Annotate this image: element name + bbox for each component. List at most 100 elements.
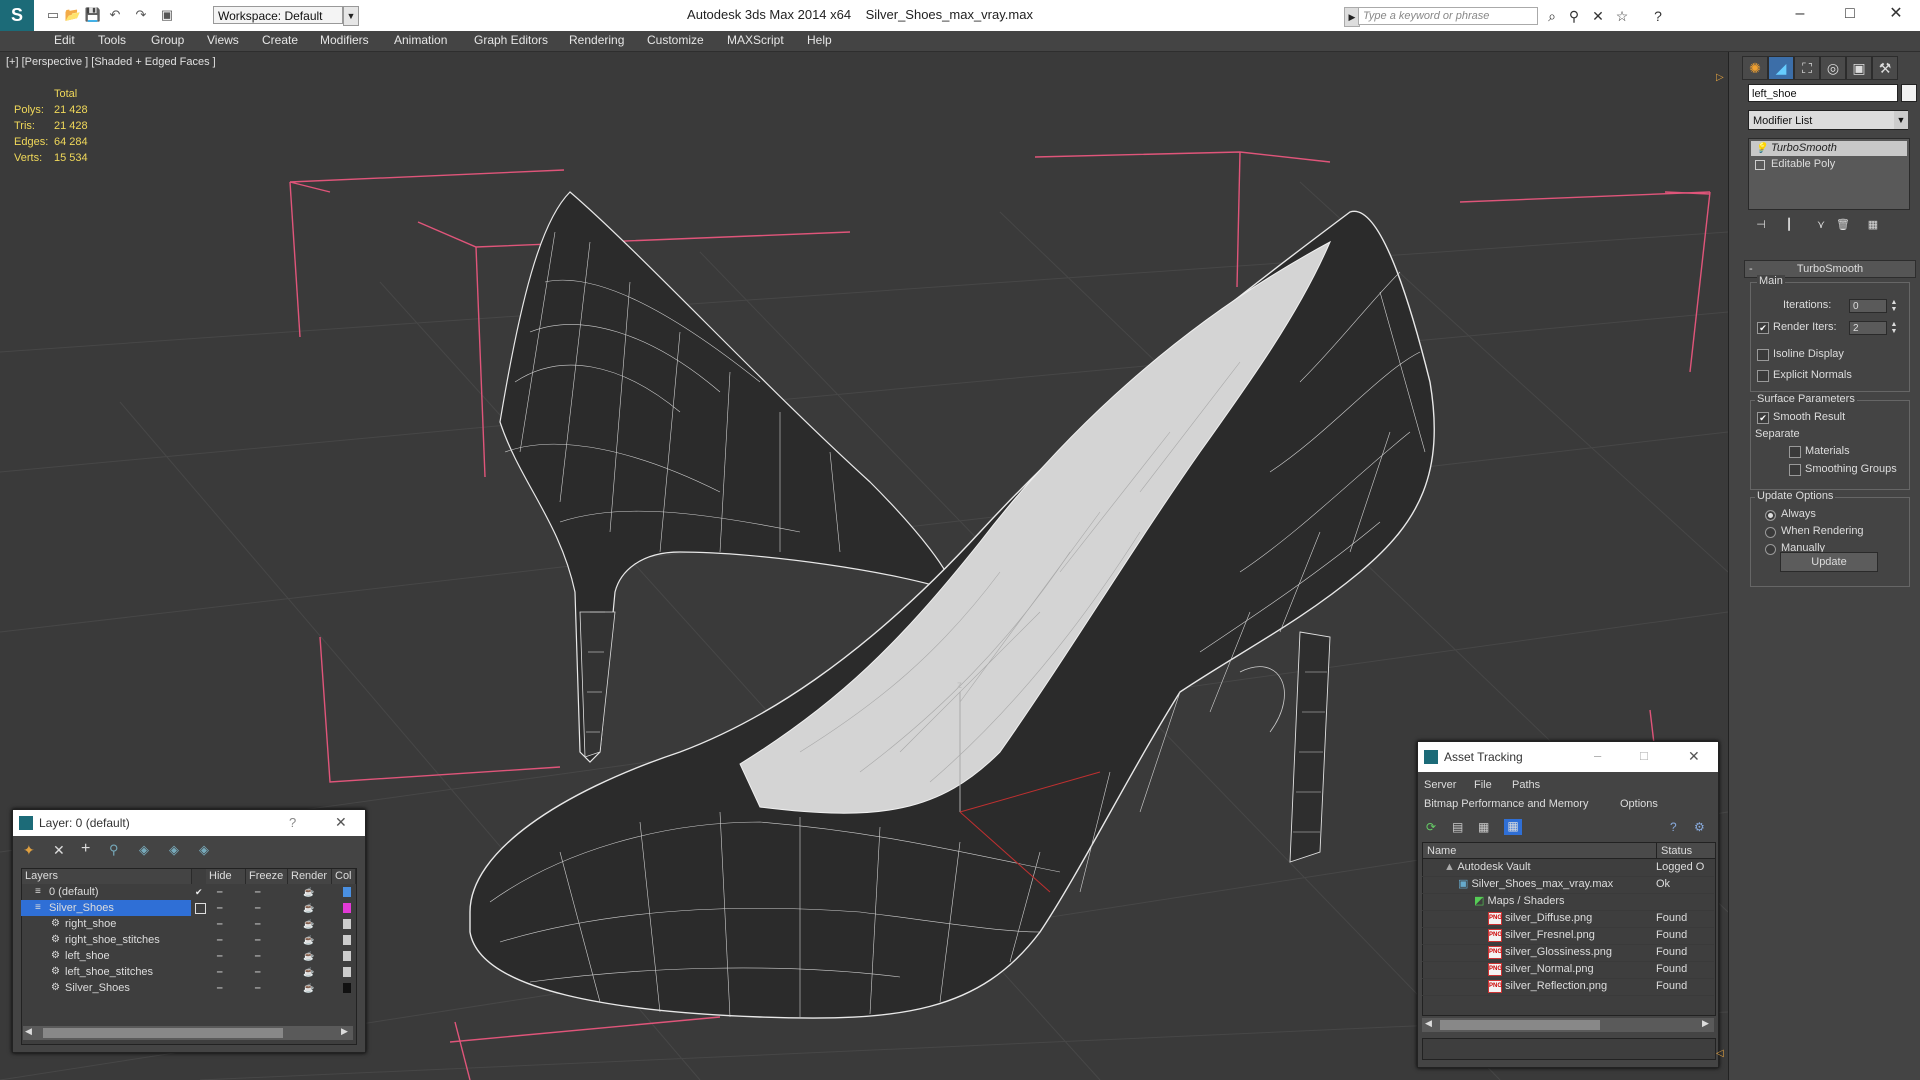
layer-object-row[interactable]: ⚙ left_shoe ━ ━ ☕ — [21, 948, 351, 964]
hide-toggle[interactable]: ━ — [217, 980, 222, 996]
scroll-thumb[interactable] — [1440, 1020, 1600, 1030]
open-file-icon[interactable]: 📂 — [64, 7, 82, 23]
layer-row-selected[interactable]: ≡ Silver_Shoes ━ ━ ☕ — [21, 900, 351, 916]
column-name[interactable]: Name — [1423, 843, 1657, 859]
spinner-arrows-icon[interactable]: ▲ ▼ — [1889, 321, 1899, 335]
render-teapot-icon[interactable]: ☕ — [303, 980, 314, 996]
object-color-swatch[interactable] — [343, 967, 351, 977]
binoculars-icon[interactable]: ⌕ — [1542, 7, 1562, 25]
asset-window-titlebar[interactable]: Asset Tracking – □ ✕ — [1418, 742, 1718, 772]
render-iters-spinner[interactable]: 2 — [1849, 321, 1887, 335]
modify-tab-icon[interactable]: ◢ — [1768, 56, 1794, 80]
stack-item-turbosmooth[interactable]: 💡 TurboSmooth — [1751, 141, 1907, 156]
freeze-toggle[interactable]: ━ — [255, 932, 260, 948]
horizontal-scrollbar[interactable]: ◀ ▶ — [23, 1026, 353, 1040]
asset-row[interactable]: PNG silver_Glossiness.png Found — [1422, 944, 1714, 962]
layer-row[interactable]: ≡ 0 (default) ✔ ━ ━ ☕ — [21, 884, 351, 900]
layer-object-row[interactable]: ⚙ right_shoe ━ ━ ☕ — [21, 916, 351, 932]
freeze-toggle[interactable]: ━ — [255, 948, 260, 964]
render-teapot-icon[interactable]: ☕ — [303, 948, 314, 964]
create-layer-icon[interactable]: ✦ — [23, 842, 35, 859]
hide-toggle[interactable]: ━ — [217, 932, 222, 948]
always-radio[interactable] — [1765, 510, 1776, 521]
menu-server[interactable]: Server — [1424, 779, 1456, 791]
menu-graph-editors[interactable]: Graph Editors — [474, 33, 548, 47]
object-color-swatch[interactable] — [343, 983, 351, 993]
motion-tab-icon[interactable]: ◎ — [1820, 56, 1846, 80]
hide-all-icon[interactable]: ◈ — [169, 842, 179, 858]
hide-toggle[interactable]: ━ — [217, 884, 222, 900]
close-icon[interactable]: ✕ — [335, 814, 347, 831]
make-unique-icon[interactable]: ⋎ — [1812, 218, 1830, 234]
refresh-icon[interactable]: ⟳ — [1426, 820, 1436, 834]
manually-radio[interactable] — [1765, 544, 1776, 555]
maximize-button[interactable]: □ — [1830, 3, 1870, 25]
asset-row[interactable]: PNG silver_Diffuse.png Found — [1422, 910, 1714, 928]
redo-icon[interactable]: ↷ — [132, 7, 150, 23]
table-view-icon[interactable]: ▦ — [1478, 820, 1489, 834]
maximize-icon[interactable]: □ — [1640, 748, 1648, 763]
hide-toggle[interactable]: ━ — [217, 916, 222, 932]
help-icon[interactable]: ? — [289, 815, 296, 830]
chevron-down-icon[interactable]: ▼ — [343, 6, 359, 26]
app-logo-icon[interactable]: S — [0, 0, 34, 31]
grid-view-icon[interactable]: ▦ — [1504, 819, 1522, 835]
close-button[interactable]: ✕ — [1876, 3, 1916, 25]
menu-edit[interactable]: Edit — [54, 33, 75, 47]
scroll-right-icon[interactable]: ▶ — [341, 1026, 348, 1037]
search-input[interactable]: Type a keyword or phrase — [1358, 7, 1538, 25]
layer-object-row[interactable]: ⚙ left_shoe_stitches ━ ━ ☕ — [21, 964, 351, 980]
smoothing-groups-checkbox[interactable] — [1789, 464, 1801, 476]
scroll-left-icon[interactable]: ◀ — [25, 1026, 32, 1037]
menu-animation[interactable]: Animation — [394, 33, 447, 47]
iterations-spinner[interactable]: 0 — [1849, 299, 1887, 313]
expand-box-icon[interactable] — [1755, 160, 1765, 170]
panel-collapse-bottom-icon[interactable]: ◁ — [1716, 1048, 1724, 1059]
hide-toggle[interactable]: ━ — [217, 948, 222, 964]
asset-path-field[interactable] — [1422, 1038, 1716, 1060]
chevron-down-icon[interactable]: ▼ — [1894, 111, 1908, 129]
menu-customize[interactable]: Customize — [647, 33, 704, 47]
scroll-right-icon[interactable]: ▶ — [1702, 1018, 1709, 1029]
menu-options[interactable]: Options — [1620, 798, 1658, 810]
scroll-left-icon[interactable]: ◀ — [1425, 1018, 1432, 1029]
render-teapot-icon[interactable]: ☕ — [303, 884, 314, 900]
freeze-toggle[interactable]: ━ — [255, 916, 260, 932]
utilities-tab-icon[interactable]: ⚒ — [1872, 56, 1898, 80]
minimize-icon[interactable]: – — [1594, 748, 1601, 763]
freeze-toggle[interactable]: ━ — [255, 980, 260, 996]
horizontal-scrollbar[interactable]: ◀ ▶ — [1422, 1018, 1714, 1032]
menu-file[interactable]: File — [1474, 779, 1492, 791]
asset-row[interactable]: PNG silver_Fresnel.png Found — [1422, 927, 1714, 945]
display-tab-icon[interactable]: ▣ — [1846, 56, 1872, 80]
pin-stack-icon[interactable]: ⊣ — [1752, 218, 1770, 234]
menu-paths[interactable]: Paths — [1512, 779, 1540, 791]
freeze-toggle[interactable]: ━ — [255, 964, 260, 980]
menu-rendering[interactable]: Rendering — [569, 33, 624, 47]
lightbulb-icon[interactable]: 💡 — [1755, 141, 1767, 156]
hide-toggle[interactable]: ━ — [217, 964, 222, 980]
column-render[interactable]: Render — [288, 869, 332, 884]
configure-modifier-sets-icon[interactable]: ▦ — [1864, 218, 1882, 234]
column-color[interactable]: Col — [332, 869, 356, 884]
favorites-icon[interactable]: ☆ — [1612, 7, 1632, 25]
save-icon[interactable]: 💾 — [84, 7, 102, 23]
render-teapot-icon[interactable]: ☕ — [303, 964, 314, 980]
perspective-viewport[interactable]: z [+] [Perspective ] [Shaded + Edged Fac… — [0, 52, 1729, 1080]
asset-row[interactable]: PNG silver_Reflection.png Found — [1422, 978, 1714, 996]
communication-icon[interactable]: ✕ — [1588, 7, 1608, 25]
layer-window-titlebar[interactable]: Layer: 0 (default) ? ✕ — [13, 810, 365, 836]
workspace-dropdown[interactable]: Workspace: Default — [213, 6, 343, 24]
smooth-result-checkbox[interactable]: ✔ — [1757, 412, 1769, 424]
menu-help[interactable]: Help — [807, 33, 832, 47]
update-button[interactable]: Update — [1780, 552, 1878, 572]
object-color-swatch[interactable] — [343, 919, 351, 929]
asset-row[interactable]: ▲ Autodesk Vault Logged O — [1422, 859, 1714, 877]
show-end-result-icon[interactable]: ┃ — [1780, 218, 1798, 234]
menu-bitmap-performance[interactable]: Bitmap Performance and Memory — [1424, 798, 1588, 810]
layer-color-swatch[interactable] — [343, 887, 351, 897]
settings-icon[interactable]: ⚙ — [1694, 820, 1705, 834]
menu-create[interactable]: Create — [262, 33, 298, 47]
add-to-layer-icon[interactable]: + — [81, 840, 90, 858]
object-color-swatch[interactable] — [1901, 84, 1917, 102]
